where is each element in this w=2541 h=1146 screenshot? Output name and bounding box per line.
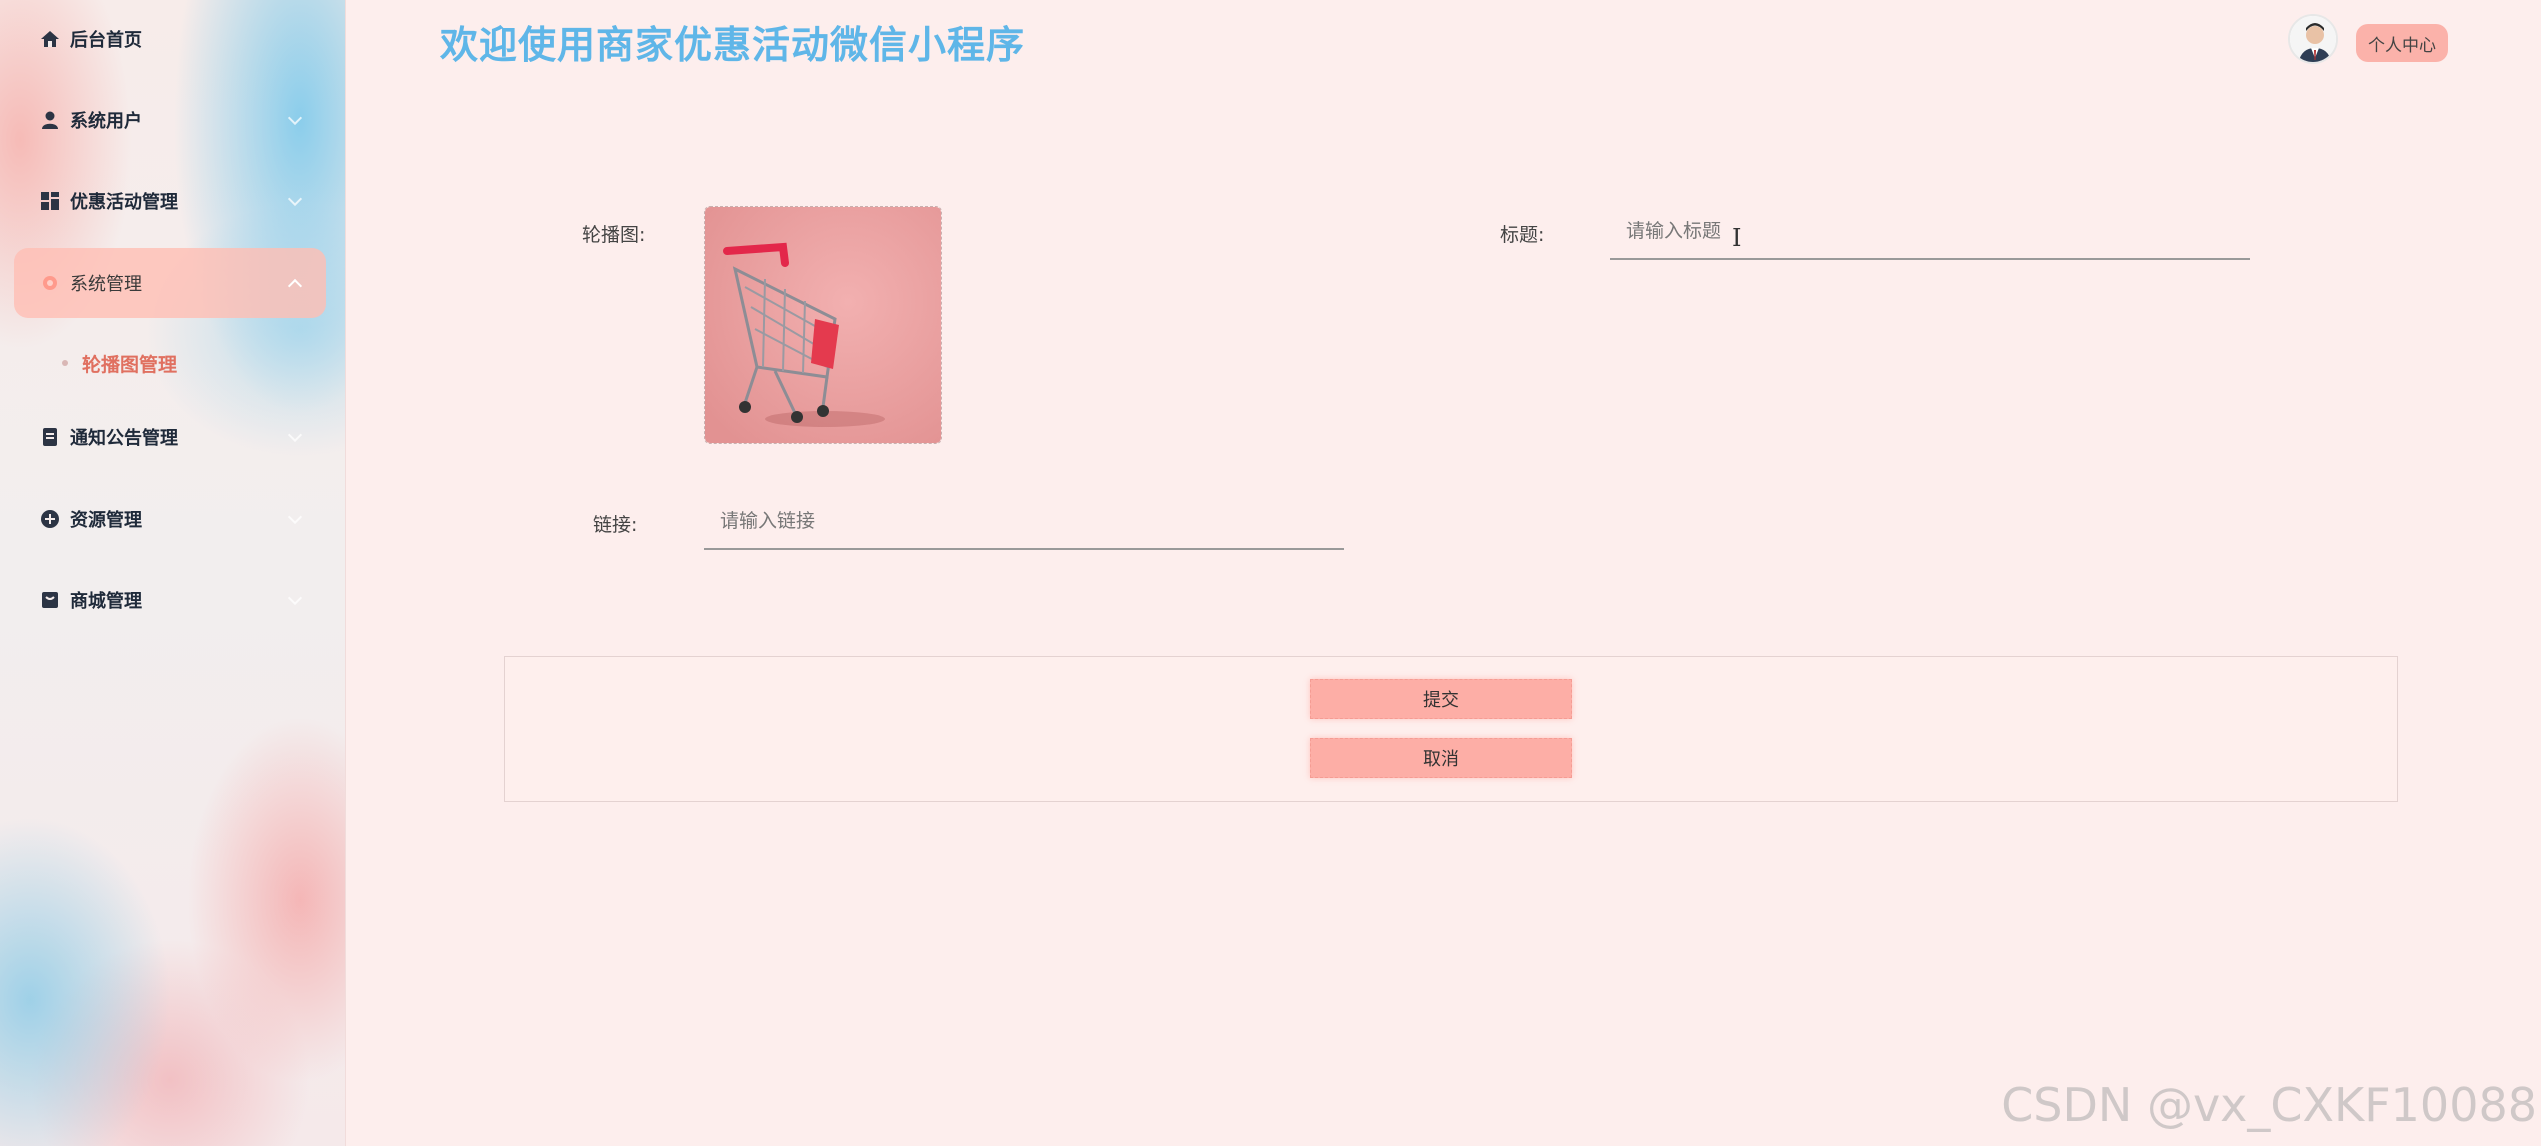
gear-icon [40,273,60,293]
cancel-button[interactable]: 取消 [1310,738,1572,778]
text-cursor-icon: I [1732,224,1742,252]
form-actions-panel [504,656,2398,802]
link-label: 链接: [593,514,638,536]
profile-button[interactable]: 个人中心 [2356,24,2448,62]
title-label: 标题: [1500,224,1545,246]
sidebar-item-label: 商城管理 [70,591,142,612]
user-icon [40,110,60,130]
sidebar-item-resources[interactable]: 资源管理 [14,484,326,554]
bullet-icon [62,360,68,366]
link-input[interactable] [704,494,1344,550]
sidebar-subitem-carousel[interactable]: 轮播图管理 [62,346,177,380]
carousel-image-upload[interactable] [704,206,942,444]
watermark: CSDN @vx_CXKF10088 [2001,1078,2537,1132]
sidebar-item-mall[interactable]: 商城管理 [14,565,326,635]
chevron-down-icon [287,590,303,606]
avatar[interactable] [2288,14,2338,64]
sidebar-subitem-label: 轮播图管理 [82,353,178,376]
sidebar-item-label: 系统管理 [70,274,142,295]
sidebar-item-label: 优惠活动管理 [70,192,178,213]
title-input[interactable] [1610,204,2250,260]
sidebar-item-promotions[interactable]: 优惠活动管理 [14,166,326,236]
chevron-down-icon [287,509,303,525]
sidebar-item-label: 系统用户 [70,111,142,132]
page-title: 欢迎使用商家优惠活动微信小程序 [440,23,1026,67]
home-icon [40,29,60,49]
carousel-label: 轮播图: [582,224,646,246]
document-icon [40,427,60,447]
sidebar-item-home[interactable]: 后台首页 [14,4,326,74]
chevron-up-icon [287,278,303,294]
submit-button[interactable]: 提交 [1310,679,1572,719]
plus-circle-icon [40,509,60,529]
chevron-down-icon [287,427,303,443]
chevron-down-icon [287,191,303,207]
shop-icon [40,590,60,610]
chevron-down-icon [287,110,303,126]
sidebar-item-users[interactable]: 系统用户 [14,85,326,155]
sidebar-item-system[interactable]: 系统管理 [14,248,326,318]
sidebar-item-label: 后台首页 [70,30,142,51]
sidebar-item-label: 通知公告管理 [70,428,178,449]
grid-icon [40,191,60,211]
sidebar-item-notices[interactable]: 通知公告管理 [14,402,326,472]
sidebar-item-label: 资源管理 [70,510,142,531]
shopping-cart-icon [705,207,941,443]
sidebar: 后台首页 系统用户 优惠活动管理 系统管理 轮播图管理 通知公告管理 资源管理 … [0,0,346,1146]
